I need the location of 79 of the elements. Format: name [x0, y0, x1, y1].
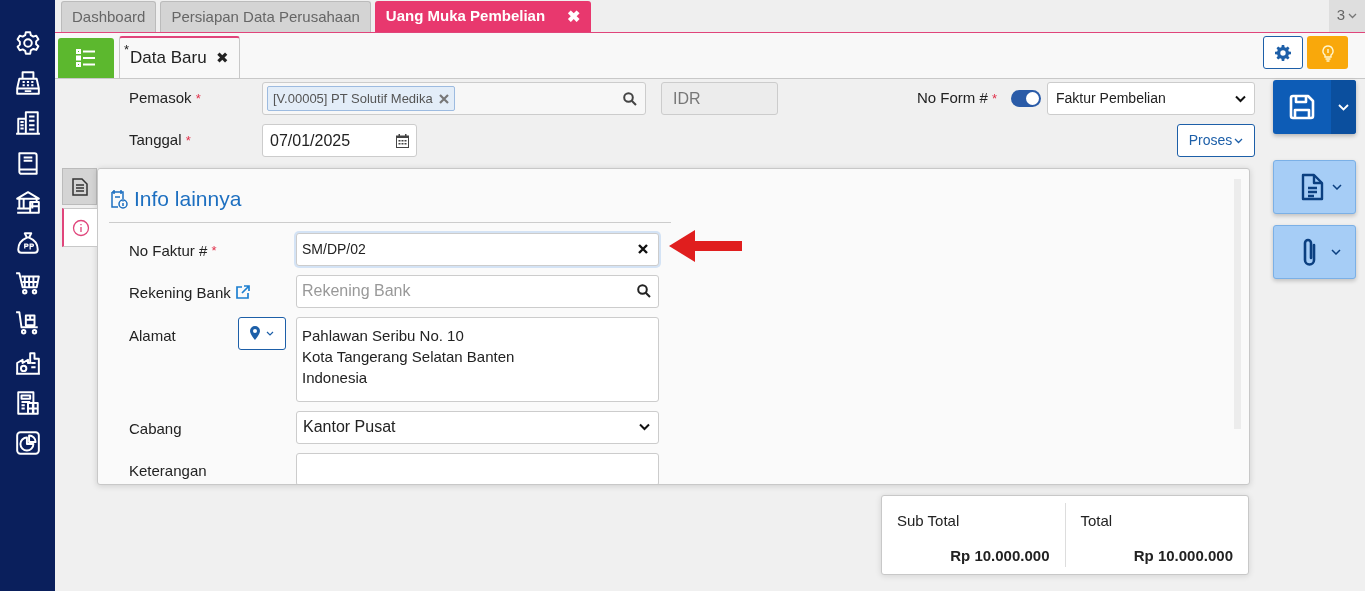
cash-register-icon[interactable]	[14, 70, 41, 96]
currency-field: IDR	[661, 82, 778, 115]
cart-icon[interactable]	[14, 270, 41, 296]
field-label: Rekening Bank	[129, 282, 231, 303]
settings-icon[interactable]	[14, 30, 41, 56]
chevron-down-icon	[1234, 137, 1244, 144]
field-label: Tanggal	[129, 131, 182, 149]
save-icon	[1288, 94, 1315, 120]
clear-icon[interactable]	[638, 244, 648, 254]
map-pin-icon	[250, 326, 260, 340]
document-tab[interactable]: *Data Baru ✖	[119, 36, 240, 78]
select-value: Faktur Pembelian	[1056, 89, 1166, 108]
supplier-tag: [V.00005] PT Solutif Medika	[267, 86, 455, 111]
tab[interactable]: Uang Muka Pembelian ✖	[374, 1, 592, 32]
settings-icon	[1275, 44, 1291, 61]
print-document-button[interactable]	[1272, 160, 1356, 214]
date-field[interactable]: 07/01/2025	[262, 124, 417, 157]
process-dropdown-button[interactable]: Proses	[1177, 124, 1255, 157]
close-icon[interactable]: ✖	[215, 46, 229, 70]
chevron-down-icon	[266, 330, 274, 336]
modified-mark: *	[124, 41, 130, 59]
side-tab[interactable]	[62, 208, 97, 247]
field-label: No Form #	[916, 89, 988, 107]
document-tab-label: Data Baru	[130, 47, 207, 70]
settings-button[interactable]	[1263, 36, 1303, 69]
info-document-icon	[109, 188, 129, 209]
side-tab[interactable]	[62, 168, 97, 205]
close-icon[interactable]: ✖	[567, 4, 581, 29]
tab[interactable]: Dashboard	[61, 1, 157, 32]
chevron-down-icon	[639, 423, 650, 431]
invoice-number-field[interactable]: SM/DP/02	[296, 232, 659, 266]
field-label: Cabang	[129, 418, 182, 439]
bank-icon[interactable]	[14, 190, 41, 216]
required-mark: *	[195, 91, 201, 107]
factory-icon[interactable]	[14, 350, 41, 376]
attachment-button[interactable]	[1272, 225, 1356, 279]
field-label: Alamat	[129, 326, 176, 347]
field-label: Keterangan	[129, 460, 207, 481]
list-icon	[76, 49, 96, 67]
calendar-icon	[396, 133, 409, 148]
chevron-down-icon	[1332, 184, 1342, 190]
cart-box-icon[interactable]	[14, 310, 41, 336]
location-dropdown-button[interactable]	[238, 316, 286, 350]
remove-icon[interactable]	[438, 93, 449, 104]
search-icon	[637, 284, 651, 298]
pie-chart-icon[interactable]	[14, 430, 41, 456]
auto-number-toggle[interactable]	[1011, 90, 1041, 107]
total-label: Sub Total	[897, 511, 960, 531]
lightbulb-icon	[1319, 43, 1336, 62]
branch-select[interactable]: Kantor Pusat	[296, 410, 659, 444]
date-value: 07/01/2025	[270, 130, 351, 151]
notes-field[interactable]	[296, 452, 659, 484]
search-icon	[623, 91, 637, 106]
chevron-down-icon	[1331, 249, 1341, 255]
chevron-down-icon	[1235, 94, 1246, 103]
info-icon	[71, 218, 90, 237]
field-label: Pemasok	[129, 89, 192, 107]
total-value: Rp 10.000.000	[950, 545, 1050, 566]
external-link-icon[interactable]	[234, 285, 250, 301]
document-icon	[1300, 172, 1324, 202]
panel-title: Info lainnya	[134, 186, 242, 212]
document-icon	[71, 177, 88, 196]
total-value: Rp 10.000.000	[1133, 545, 1233, 566]
required-mark: *	[991, 91, 997, 107]
total-label: Total	[1080, 511, 1113, 531]
tab-count-dropdown[interactable]: 3	[1329, 0, 1365, 32]
address-field[interactable]: Pahlawan Seribu No. 10 Kota Tangerang Selatan Banten Indonesia	[296, 316, 659, 402]
save-split-button[interactable]	[1272, 80, 1356, 134]
tab[interactable]: Persiapan Data Perusahaan	[160, 1, 371, 32]
chevron-down-icon	[1348, 12, 1358, 19]
chevron-down-icon	[1337, 103, 1349, 111]
money-bag-icon[interactable]	[14, 230, 41, 256]
building-icon[interactable]	[14, 110, 41, 136]
field-label: No Faktur #	[129, 240, 208, 261]
required-mark: *	[211, 242, 217, 260]
tax-document-icon[interactable]	[14, 390, 41, 416]
required-mark: *	[185, 133, 191, 149]
supplier-field[interactable]: [V.00005] PT Solutif Medika	[262, 82, 646, 115]
form-type-select[interactable]: Faktur Pembelian	[1047, 82, 1255, 115]
